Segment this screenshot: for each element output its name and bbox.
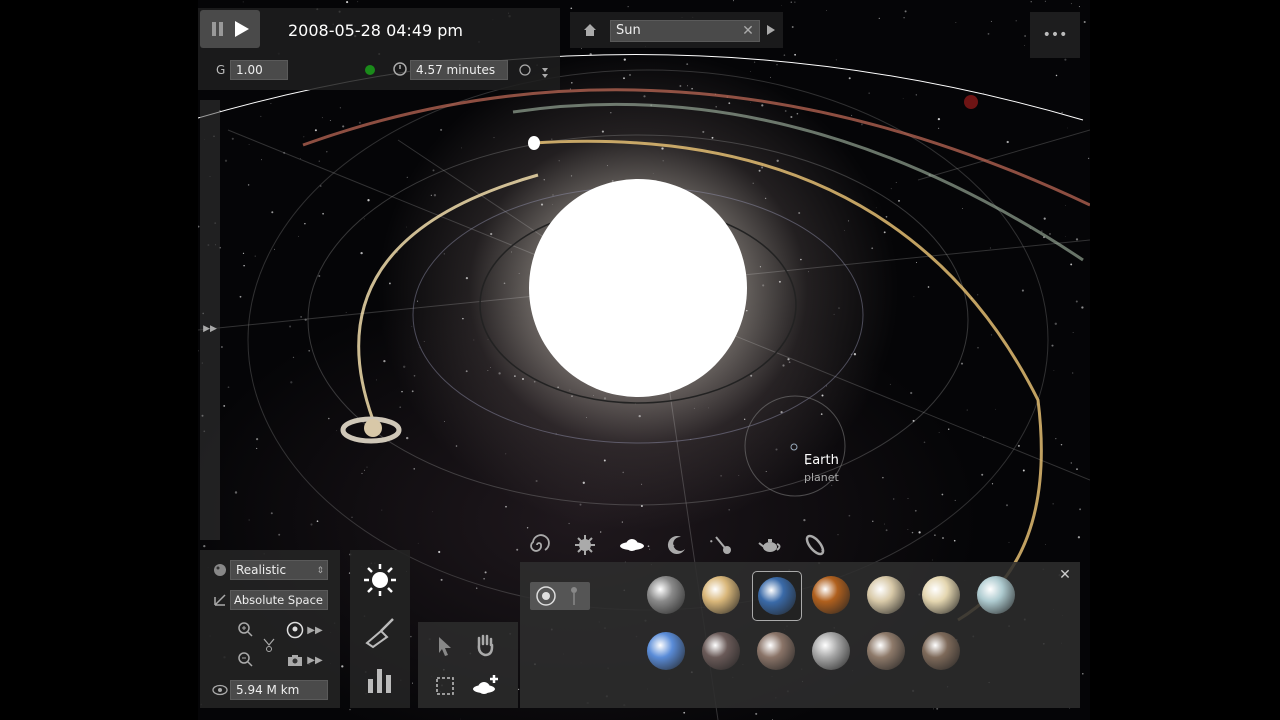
earth-marker <box>790 443 798 451</box>
sun-light-icon[interactable] <box>360 560 400 600</box>
view-panel: Realistic ⇕ Absolute Space ▶▶ ▶▶ 5.94 M … <box>200 550 340 708</box>
moon-body <box>528 136 540 150</box>
planet-option-mercury[interactable] <box>642 571 690 619</box>
focus-object-field[interactable]: Sun ✕ <box>610 20 760 42</box>
edit-tool-icon[interactable] <box>360 612 400 652</box>
add-planet-icon[interactable] <box>471 672 501 700</box>
pause-icon[interactable] <box>210 20 226 38</box>
camera-forward-icon[interactable]: ▶▶ <box>306 652 324 668</box>
planet-option-venus[interactable] <box>697 571 745 619</box>
rocky-1-icon <box>702 632 740 670</box>
moon-icon[interactable] <box>664 532 690 558</box>
rocky-4-icon <box>867 632 905 670</box>
select-arrows-icon: ⇕ <box>316 566 324 576</box>
planet-option-rocky-3[interactable] <box>807 627 855 675</box>
pin-mode-icon[interactable] <box>564 585 584 607</box>
gravity-field[interactable]: 1.00 <box>230 60 288 80</box>
red-nebula <box>964 95 978 109</box>
next-object-icon[interactable] <box>764 22 778 38</box>
saturn-body <box>340 416 402 444</box>
saturn-icon <box>922 576 960 614</box>
visual-mode-select[interactable]: Realistic ⇕ <box>230 560 328 580</box>
timer-icon <box>392 61 408 77</box>
focus-object-name: Sun <box>616 23 641 38</box>
status-indicator <box>365 65 375 75</box>
time-panel: 2008-05-28 04:49 pm G 1.00 4.57 minutes <box>198 8 560 90</box>
planet-option-rocky-5[interactable] <box>917 627 965 675</box>
mars-icon <box>812 576 850 614</box>
distance-field[interactable]: 5.94 M km <box>230 680 328 700</box>
pointer-tools <box>418 622 518 708</box>
ring-icon[interactable] <box>802 532 828 558</box>
earth-type-label: planet <box>804 471 839 484</box>
center-target-icon[interactable] <box>285 620 305 640</box>
visual-mode-value: Realistic <box>236 563 287 577</box>
play-icon[interactable] <box>232 19 252 39</box>
playback-controls <box>200 10 260 48</box>
fast-forward-icon[interactable]: ▶▶ <box>306 622 324 638</box>
sun-body <box>529 179 747 397</box>
planet-option-mars[interactable] <box>807 571 855 619</box>
marquee-select-icon[interactable] <box>433 674 457 698</box>
hand-pan-icon[interactable] <box>472 632 498 658</box>
timestep-dropdown-icon[interactable] <box>538 66 552 80</box>
rocky-3-icon <box>812 632 850 670</box>
more-icon[interactable]: ••• <box>1030 26 1080 44</box>
tilt-icon[interactable] <box>261 636 277 654</box>
comet-icon[interactable] <box>710 532 736 558</box>
graph-icon[interactable] <box>360 660 400 700</box>
close-palette-icon[interactable]: ✕ <box>1056 566 1074 584</box>
home-icon[interactable] <box>582 22 598 38</box>
earth-label[interactable]: Earth <box>804 453 839 468</box>
eye-icon <box>211 682 229 698</box>
zoom-in-icon[interactable] <box>236 620 254 638</box>
mercury-icon <box>647 576 685 614</box>
reference-frame-field[interactable]: Absolute Space <box>230 590 328 610</box>
timestep-field[interactable]: 4.57 minutes <box>410 60 508 80</box>
star-icon[interactable] <box>572 532 598 558</box>
orbit-mode-icon[interactable] <box>534 585 558 607</box>
tool-column <box>350 550 410 708</box>
planet-palette: ✕ <box>520 562 1080 708</box>
planet-option-neptune[interactable] <box>642 627 690 675</box>
planet-tab-icon[interactable] <box>618 532 646 558</box>
circle-toggle-icon[interactable] <box>518 63 532 77</box>
planet-option-uranus[interactable] <box>972 571 1020 619</box>
object-category-tabs <box>520 528 840 562</box>
camera-icon[interactable] <box>286 652 304 668</box>
rocky-2-icon <box>757 632 795 670</box>
gravity-label: G <box>216 63 226 77</box>
planet-option-saturn[interactable] <box>917 571 965 619</box>
jupiter-icon <box>867 576 905 614</box>
neptune-icon <box>647 632 685 670</box>
uranus-icon <box>977 576 1015 614</box>
planet-option-earth[interactable] <box>752 571 802 621</box>
expand-drawer-icon[interactable]: ▶▶ <box>202 322 218 336</box>
planet-option-rocky-2[interactable] <box>752 627 800 675</box>
venus-icon <box>702 576 740 614</box>
planet-option-rocky-4[interactable] <box>862 627 910 675</box>
palette-mode-toggle <box>530 582 590 610</box>
side-drawer-handle[interactable]: ▶▶ <box>200 100 220 540</box>
select-arrow-icon[interactable] <box>434 634 456 658</box>
earth-icon <box>758 577 796 615</box>
galaxy-icon[interactable] <box>526 532 552 558</box>
focus-bar: Sun ✕ <box>570 12 783 48</box>
more-menu[interactable]: ••• <box>1030 12 1080 58</box>
axes-icon <box>212 592 228 608</box>
planet-option-jupiter[interactable] <box>862 571 910 619</box>
teapot-icon[interactable] <box>756 532 784 558</box>
palette-icon <box>212 562 228 578</box>
clear-icon[interactable]: ✕ <box>741 23 755 39</box>
zoom-out-icon[interactable] <box>236 650 254 668</box>
rocky-5-icon <box>922 632 960 670</box>
simulation-datetime[interactable]: 2008-05-28 04:49 pm <box>288 21 463 40</box>
planet-option-rocky-1[interactable] <box>697 627 745 675</box>
